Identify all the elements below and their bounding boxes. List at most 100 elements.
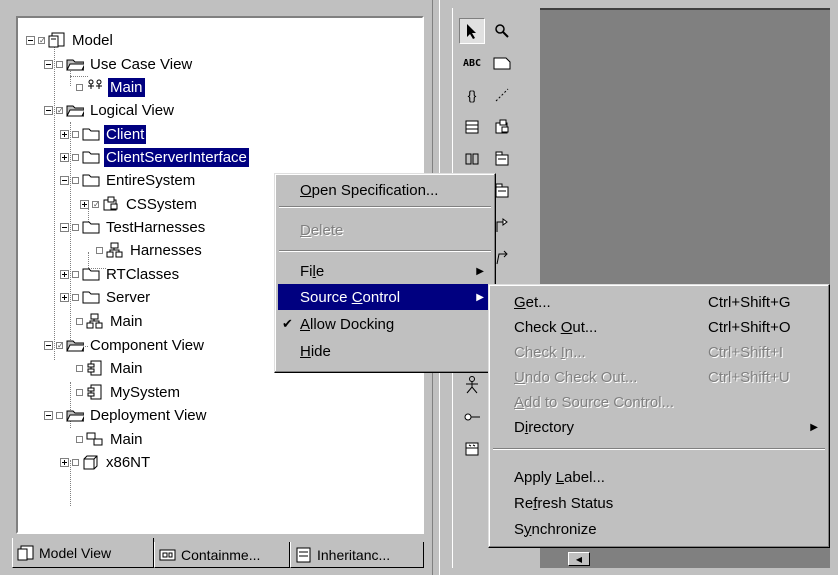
deployment-diagram-icon xyxy=(86,431,104,447)
tree-node-server[interactable]: Server xyxy=(60,286,152,308)
tab-model-view[interactable]: Model View xyxy=(12,538,154,568)
collapse-icon[interactable] xyxy=(44,340,53,350)
menu-shortcut: Ctrl+Shift+G xyxy=(708,293,791,311)
menu-item-delete[interactable]: Delete xyxy=(278,217,492,243)
package-tool[interactable] xyxy=(489,146,515,172)
menu-item-allow-docking[interactable]: ✔ Allow Docking xyxy=(278,311,492,337)
expand-icon[interactable] xyxy=(60,129,69,139)
checkbox-icon xyxy=(72,458,79,466)
tree-node-x86nt[interactable]: x86NT xyxy=(60,451,152,473)
class-diagram-icon xyxy=(86,313,104,329)
component-icon xyxy=(465,442,479,456)
tree-node-label: Main xyxy=(110,312,143,330)
tree-node-use-case-view[interactable]: Use Case View xyxy=(44,53,194,75)
tree-node-client[interactable]: Client xyxy=(60,123,147,145)
scroll-left-button[interactable]: ◀ xyxy=(568,552,590,566)
menu-mnemonic: U xyxy=(514,368,525,386)
tree-node-mysystem[interactable]: MySystem xyxy=(76,381,182,403)
class-tool[interactable] xyxy=(459,114,485,140)
menu-mnemonic: L xyxy=(555,468,565,486)
menu-item-file[interactable]: File ▶ xyxy=(278,258,492,284)
expand-icon[interactable] xyxy=(60,269,69,279)
interface-icon xyxy=(464,413,480,421)
tree-node-testharnesses[interactable]: TestHarnesses xyxy=(60,216,207,238)
menu-item-check-out[interactable]: Check Out... Ctrl+Shift+O xyxy=(492,314,826,340)
expand-icon[interactable] xyxy=(60,457,69,467)
tree-node-component-view[interactable]: ✓ Component View xyxy=(44,334,206,356)
collapse-icon[interactable] xyxy=(60,175,69,185)
menu-item-hide[interactable]: Hide xyxy=(278,338,492,364)
tree-node-component-main[interactable]: Main xyxy=(76,357,145,379)
menu-text: elete xyxy=(310,221,344,239)
menu-mnemonic: C xyxy=(351,288,363,306)
tree-node-logical-view[interactable]: ✓ Logical View xyxy=(44,99,176,121)
tree-node-deployment-main[interactable]: Main xyxy=(76,428,145,450)
processor-icon xyxy=(82,454,100,470)
collapse-icon[interactable] xyxy=(60,222,69,232)
menu-item-check-in[interactable]: Check In... Ctrl+Shift+I xyxy=(492,339,826,365)
checkbox-icon xyxy=(96,246,103,254)
interface-tool[interactable] xyxy=(459,404,485,430)
tab-containment[interactable]: Containme... xyxy=(154,542,290,568)
tree-node-label: Server xyxy=(106,288,151,306)
expand-icon[interactable] xyxy=(80,199,89,209)
tab-inheritance[interactable]: Inheritanc... xyxy=(290,542,424,568)
selection-arrow-tool[interactable] xyxy=(459,18,485,44)
tree-node-cssystem[interactable]: ✓ CSSystem xyxy=(80,193,199,215)
text-tool[interactable]: ABC xyxy=(459,50,485,76)
menu-item-undo-check-out[interactable]: Undo Check Out... Ctrl+Shift+U xyxy=(492,364,826,390)
menu-item-add-to-source-control[interactable]: Add to Source Control... xyxy=(492,389,826,415)
menu-item-refresh-status[interactable]: Refresh Status xyxy=(492,490,826,516)
checkbox-icon xyxy=(72,293,79,301)
menu-text: D xyxy=(514,418,525,436)
component-tool[interactable] xyxy=(459,436,485,462)
tree-node-rtclasses[interactable]: RTClasses xyxy=(60,263,181,285)
menu-item-apply-label[interactable]: Apply Label... xyxy=(492,464,826,490)
tree-node-logical-main[interactable]: Main xyxy=(76,310,145,332)
zoom-tool[interactable] xyxy=(489,18,515,44)
braces-tool[interactable]: {} xyxy=(459,82,485,108)
folder-icon xyxy=(82,126,100,142)
anchor-note-tool[interactable] xyxy=(489,82,515,108)
menu-text: e xyxy=(315,262,325,280)
tree-node-model[interactable]: ✓ Model xyxy=(26,29,115,51)
capsule-tool[interactable] xyxy=(489,114,515,140)
menu-item-directory[interactable]: Directory ▶ xyxy=(492,414,826,440)
note-tool[interactable] xyxy=(489,50,515,76)
menu-item-source-control[interactable]: Source Control ▶ xyxy=(278,284,492,310)
actor-tool[interactable] xyxy=(459,372,485,398)
tree-node-entiresystem[interactable]: EntireSystem xyxy=(60,169,197,191)
expand-icon[interactable] xyxy=(60,152,69,162)
context-menu: Open Specification... Delete File ▶ Sour… xyxy=(274,173,496,373)
menu-item-open-specification[interactable]: Open Specification... xyxy=(278,177,492,203)
tree-node-label: Harnesses xyxy=(130,241,202,259)
protocol-tool[interactable] xyxy=(459,146,485,172)
use-case-diagram-icon xyxy=(86,79,104,95)
tree-node-harnesses[interactable]: Harnesses xyxy=(96,239,204,261)
menu-text: et... xyxy=(525,293,551,311)
menu-text: nchronize xyxy=(531,520,597,538)
component-diagram-icon xyxy=(86,360,104,376)
tree-node-use-case-main[interactable]: Main xyxy=(76,76,145,98)
menu-mnemonic: y xyxy=(524,520,532,538)
collapse-icon[interactable] xyxy=(26,35,35,45)
checkbox-icon xyxy=(72,176,79,184)
collapse-icon[interactable] xyxy=(44,59,53,69)
checkbox-icon: ✓ xyxy=(38,35,46,45)
pointer-icon xyxy=(467,24,476,39)
capsule-icon xyxy=(495,119,509,134)
expand-icon[interactable] xyxy=(60,292,69,302)
menu-text: pen Specification... xyxy=(311,181,439,199)
menu-mnemonic: A xyxy=(514,393,525,411)
collapse-icon[interactable] xyxy=(44,410,53,420)
menu-mnemonic: O xyxy=(300,181,312,199)
tree-node-clientserverinterface[interactable]: ClientServerInterface xyxy=(60,146,249,168)
menu-item-synchronize[interactable]: Synchronize xyxy=(492,516,826,542)
menu-item-get[interactable]: Get... Ctrl+Shift+G xyxy=(492,289,826,315)
checkbox-icon: ✓ xyxy=(92,199,100,209)
collapse-icon[interactable] xyxy=(44,105,53,115)
tree-node-deployment-view[interactable]: Deployment View xyxy=(44,404,208,426)
open-folder-icon xyxy=(66,56,84,72)
tree-node-label: Model xyxy=(72,31,113,49)
tree-node-label: ClientServerInterface xyxy=(104,147,249,167)
